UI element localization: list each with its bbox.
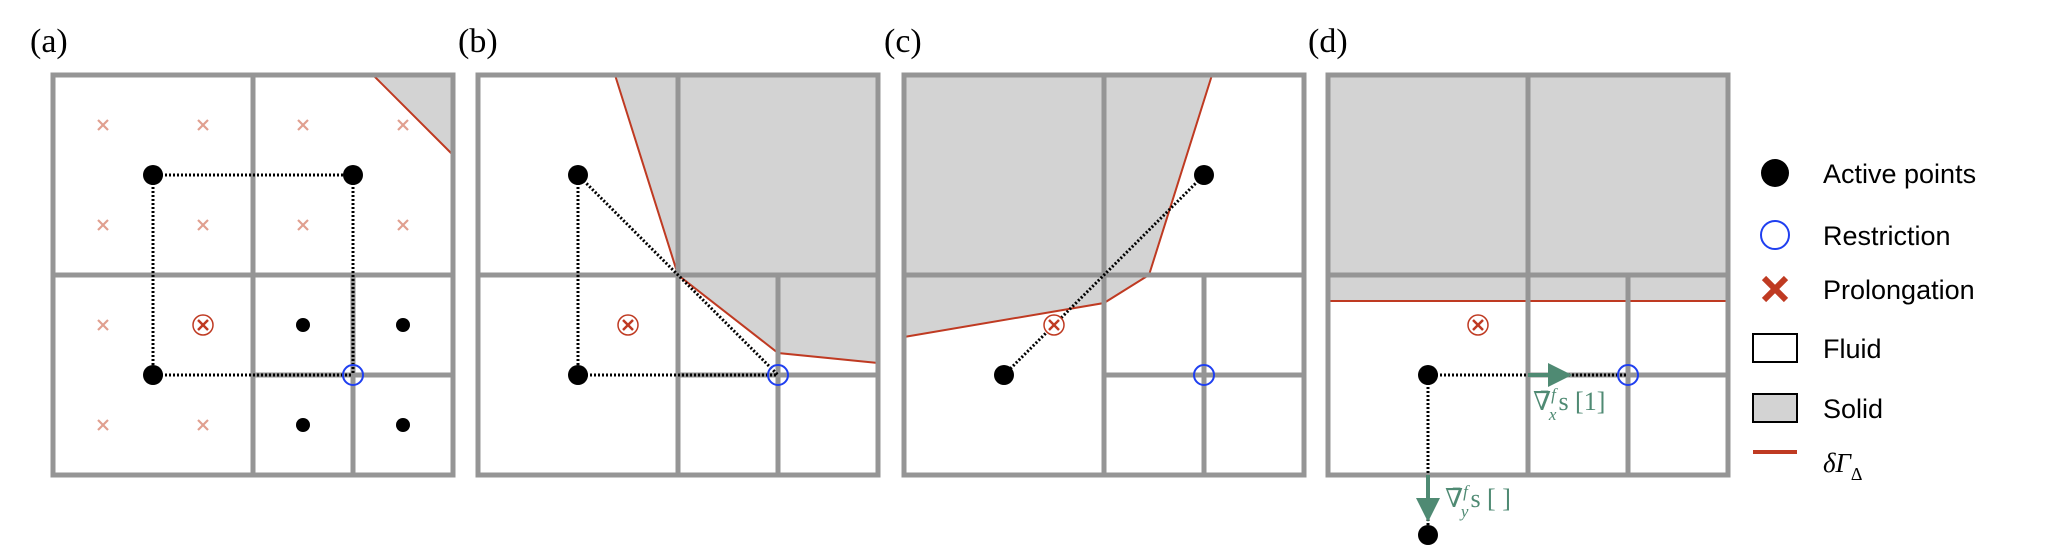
legend-item-fluid: Fluid	[1752, 333, 1882, 364]
active-point	[568, 165, 588, 185]
active-point	[1418, 525, 1438, 545]
legend-item-active-point: Active points	[1761, 159, 1976, 189]
legend-item-boundary: δΓΔ	[1753, 448, 1863, 484]
active-point	[143, 165, 163, 185]
legend-item-restriction: Restriction	[1760, 220, 1951, 251]
panel-label: (c)	[884, 23, 922, 60]
panel-label: (d)	[1308, 23, 1348, 60]
active-point-icon	[1761, 159, 1789, 187]
active-point	[1418, 365, 1438, 385]
panel-label: (b)	[458, 23, 498, 60]
fine-active-point	[396, 318, 410, 332]
fluid-icon	[1752, 333, 1798, 363]
legend-item-prolongation: Prolongation	[1761, 275, 1975, 305]
legend-label: Fluid	[1823, 334, 1882, 364]
panel-d: (d)∇̄f xs [1]∇̄f ys [ ]	[1308, 23, 1731, 545]
solid-icon	[1752, 393, 1798, 423]
prolongation-icon	[1761, 275, 1789, 303]
fine-active-point	[296, 318, 310, 332]
legend-label: δΓΔ	[1823, 448, 1863, 484]
fine-active-point	[396, 418, 410, 432]
multigrid-figure: (a) (b) (c) (d)∇̄f xs [1]∇̄f ys [ ] Active po…	[30, 23, 1976, 545]
fine-active-point	[296, 418, 310, 432]
legend-label: Restriction	[1823, 221, 1951, 251]
active-point	[343, 165, 363, 185]
panel-a: (a)	[30, 23, 456, 478]
gradient-y-label: ∇̄f ys [ ]	[1445, 482, 1511, 521]
panel-label: (a)	[30, 23, 68, 60]
legend-label: Active points	[1823, 159, 1976, 189]
active-point	[143, 365, 163, 385]
legend-item-solid: Solid	[1752, 393, 1883, 424]
panel-c: (c)	[884, 23, 1307, 478]
legend: Active points Restriction Prolongation Flui…	[1752, 159, 1976, 484]
legend-label: Prolongation	[1823, 275, 1975, 305]
active-point	[568, 365, 588, 385]
restriction-icon	[1760, 220, 1790, 250]
active-point	[994, 365, 1014, 385]
active-point	[1194, 165, 1214, 185]
panel-b: (b)	[458, 23, 881, 478]
legend-label: Solid	[1823, 394, 1883, 424]
